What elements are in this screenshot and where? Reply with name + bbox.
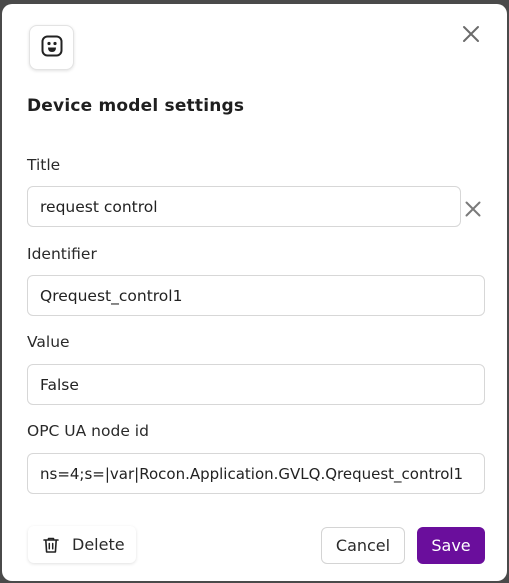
save-button[interactable]: Save xyxy=(417,527,485,564)
trash-icon xyxy=(42,536,60,554)
identifier-input-value: Qrequest_control1 xyxy=(40,286,183,305)
value-input[interactable]: False xyxy=(27,364,485,405)
opc-node-id-input-value: ns=4;s=|var|Rocon.Application.GVLQ.Qrequ… xyxy=(40,464,464,483)
cancel-button[interactable]: Cancel xyxy=(321,527,405,564)
opc-node-id-input[interactable]: ns=4;s=|var|Rocon.Application.GVLQ.Qrequ… xyxy=(27,453,485,494)
title-label: Title xyxy=(27,156,61,174)
clear-icon[interactable] xyxy=(465,201,481,221)
close-button[interactable] xyxy=(459,24,483,48)
close-icon[interactable] xyxy=(462,25,480,47)
title-input-value: request control xyxy=(40,197,158,216)
device-logo xyxy=(29,25,74,70)
value-label: Value xyxy=(27,333,70,351)
value-input-value: False xyxy=(40,375,79,394)
opc-node-id-label: OPC UA node id xyxy=(27,422,149,440)
delete-label: Delete xyxy=(72,535,125,554)
clear-title-button[interactable] xyxy=(462,200,484,222)
dialog-title: Device model settings xyxy=(27,96,245,116)
title-input[interactable]: request control xyxy=(27,186,461,227)
identifier-label: Identifier xyxy=(27,245,97,263)
smiley-face-icon xyxy=(41,35,63,61)
identifier-input[interactable]: Qrequest_control1 xyxy=(27,275,485,316)
delete-button[interactable]: Delete xyxy=(28,526,136,563)
device-model-settings-dialog: Device model settings Title request cont… xyxy=(2,4,507,581)
